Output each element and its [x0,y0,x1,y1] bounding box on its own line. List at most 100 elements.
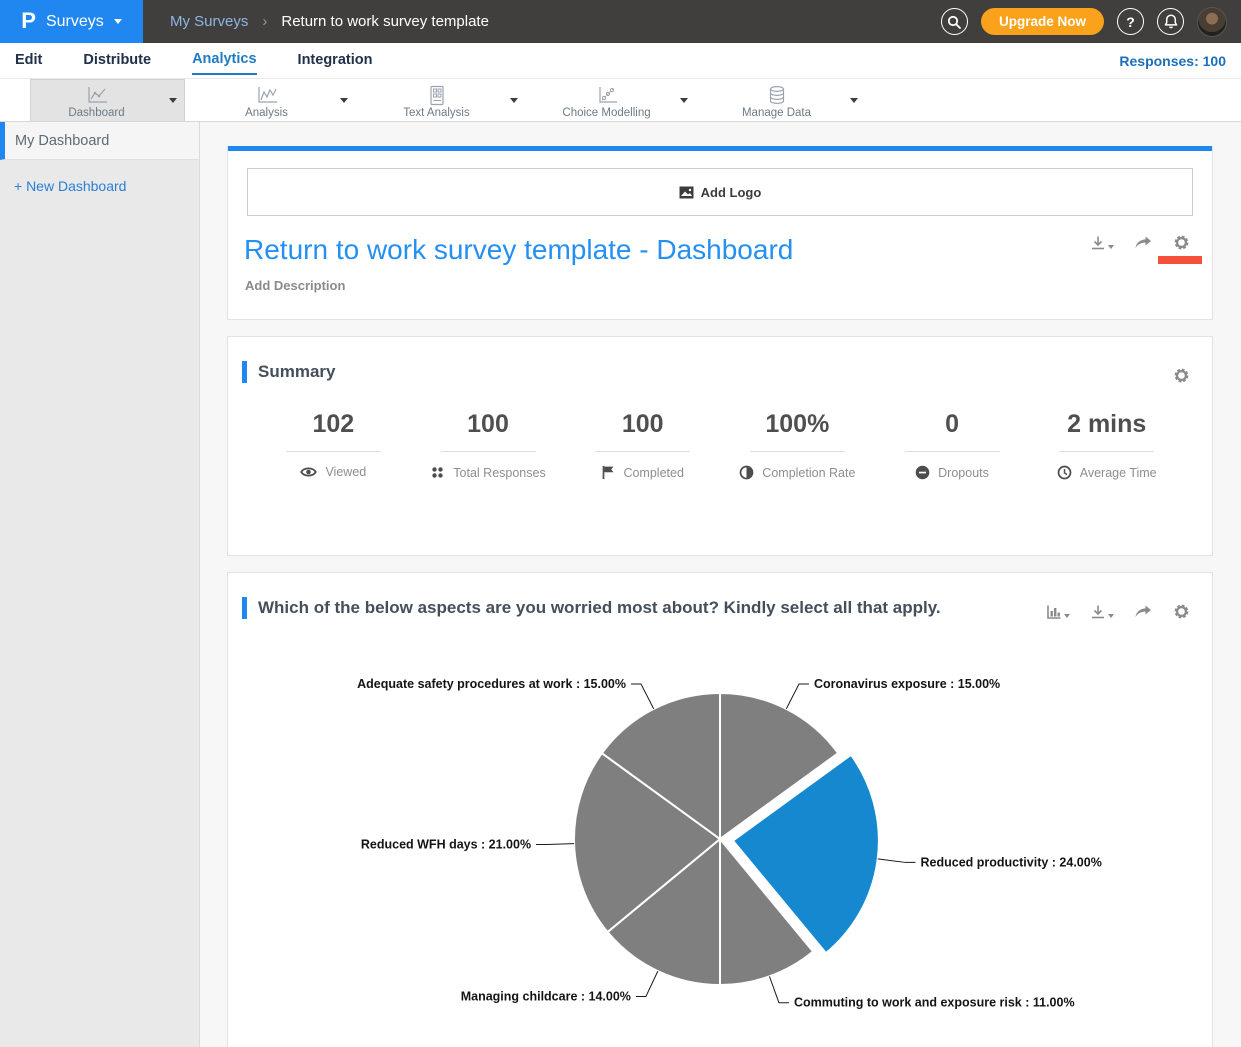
clock-icon [1057,465,1072,480]
download-chart-button[interactable] [1090,604,1114,620]
dashboard-header-card: Add Logo Return to work survey template … [227,146,1213,320]
question-mark-icon: ? [1126,14,1135,30]
download-dashboard-button[interactable] [1090,235,1114,251]
chevron-down-icon [340,98,348,103]
toolbar-item-manage-data[interactable]: Manage Data [710,79,865,121]
pie-label-line-reduced-productivity [878,859,916,863]
notifications-button[interactable] [1157,8,1184,35]
main-content: Add Logo Return to work survey template … [200,122,1241,1047]
share-icon [1134,235,1153,251]
gear-icon [1173,367,1190,384]
annotation-highlight [1158,256,1202,264]
breadcrumb-current-survey: Return to work survey template [281,13,489,30]
tab-analytics[interactable]: Analytics [192,47,256,75]
breadcrumb: My Surveys › Return to work survey templ… [170,13,489,30]
bar-chart-icon [1046,604,1062,620]
accent-bar [242,597,247,619]
summary-title: Summary [258,362,335,382]
toolbar-item-label: Choice Modelling [562,107,650,119]
top-navigation-bar: P Surveys My Surveys › Return to work su… [0,0,1241,43]
surveys-product-menu[interactable]: P Surveys [0,0,143,43]
pie-label-coronavirus-exposure: Coronavirus exposure : 15.00% [814,677,1000,691]
stat-average-time: 2 mins Average Time [1029,409,1184,480]
stat-completion-rate: 100% Completion Rate [720,409,875,480]
dashboard-dropdown[interactable] [162,80,184,121]
share-dashboard-button[interactable] [1134,235,1153,251]
analytics-toolbar: Dashboard Analysis [0,79,1241,122]
help-button[interactable]: ? [1117,8,1144,35]
stat-value: 0 [875,409,1030,439]
stat-label: Total Responses [453,466,545,480]
analysis-chart-icon [254,85,280,106]
search-button[interactable] [941,8,968,35]
analytics-dashboard-page: P Surveys My Surveys › Return to work su… [0,0,1241,1047]
stat-value: 2 mins [1029,409,1184,439]
user-avatar[interactable] [1197,7,1227,37]
tab-integration[interactable]: Integration [298,48,373,74]
toolbar-item-label: Manage Data [742,107,811,119]
tab-distribute[interactable]: Distribute [83,48,151,74]
summary-stats: 102 Viewed 100 [256,409,1184,480]
chart-settings-button[interactable] [1173,603,1190,620]
pie-label-adequate-safety-procedures-at-work: Adequate safety procedures at work : 15.… [357,677,626,691]
chevron-down-icon [1108,245,1114,249]
manage-data-dropdown[interactable] [843,79,865,121]
stat-viewed: 102 Viewed [256,409,411,480]
database-icon [764,85,790,106]
accent-bar [228,146,1212,151]
toolbar-item-label: Dashboard [68,107,124,119]
choice-modelling-icon [594,85,620,106]
product-name: Surveys [46,13,104,31]
pie-label-line-managing-childcare [636,971,658,996]
text-analysis-icon [424,85,450,106]
add-logo-button[interactable]: Add Logo [247,168,1193,216]
stat-dropouts: 0 Dropouts [875,409,1030,480]
stat-label: Average Time [1080,466,1157,480]
dashboard-title: Return to work survey template - Dashboa… [244,234,1212,266]
add-description-button[interactable]: Add Description [245,278,1212,293]
eye-icon [300,465,317,479]
text-analysis-dropdown[interactable] [503,79,525,121]
stat-value: 100% [720,409,875,439]
chevron-down-icon [510,98,518,103]
sidebar-item-my-dashboard[interactable]: My Dashboard [0,122,199,160]
analysis-dropdown[interactable] [333,79,355,121]
chart-type-button[interactable] [1046,604,1070,620]
choice-modelling-dropdown[interactable] [673,79,695,121]
tab-edit[interactable]: Edit [15,48,42,74]
summary-settings-button[interactable] [1173,367,1190,389]
chevron-down-icon [169,98,177,103]
stat-label: Viewed [325,465,366,479]
stat-label: Completed [623,466,683,480]
search-icon [947,15,961,29]
stat-value: 100 [411,409,566,439]
dots-grid-icon [430,465,445,480]
download-icon [1090,604,1106,620]
dashboard-sidebar: My Dashboard + New Dashboard [0,122,200,1047]
chevron-down-icon [1064,614,1070,618]
toolbar-item-choice-modelling[interactable]: Choice Modelling [540,79,695,121]
toolbar-item-analysis[interactable]: Analysis [200,79,355,121]
share-chart-button[interactable] [1134,604,1153,620]
dashboard-actions [1090,234,1190,251]
dashboard-settings-button[interactable] [1173,234,1190,251]
download-icon [1090,235,1106,251]
breadcrumb-my-surveys[interactable]: My Surveys [170,13,248,30]
summary-header: Summary [228,337,1212,383]
question-title: Which of the below aspects are you worri… [258,598,941,618]
stat-completed: 100 Completed [565,409,720,480]
share-icon [1134,604,1153,620]
toolbar-item-text-analysis[interactable]: Text Analysis [370,79,525,121]
toolbar-item-label: Analysis [245,107,288,119]
pie-label-managing-childcare: Managing childcare : 14.00% [461,989,631,1003]
chevron-down-icon [850,98,858,103]
add-logo-label: Add Logo [701,185,762,200]
bell-icon [1164,14,1178,29]
minus-circle-icon [915,465,930,480]
new-dashboard-button[interactable]: + New Dashboard [14,178,199,194]
toolbar-item-dashboard[interactable]: Dashboard [30,79,185,121]
pie-label-commuting-to-work-and-exposure-risk: Commuting to work and exposure risk : 11… [794,996,1075,1010]
toolbar-item-label: Text Analysis [403,107,469,119]
upgrade-now-button[interactable]: Upgrade Now [981,8,1104,35]
topbar-actions: Upgrade Now ? [941,7,1241,37]
